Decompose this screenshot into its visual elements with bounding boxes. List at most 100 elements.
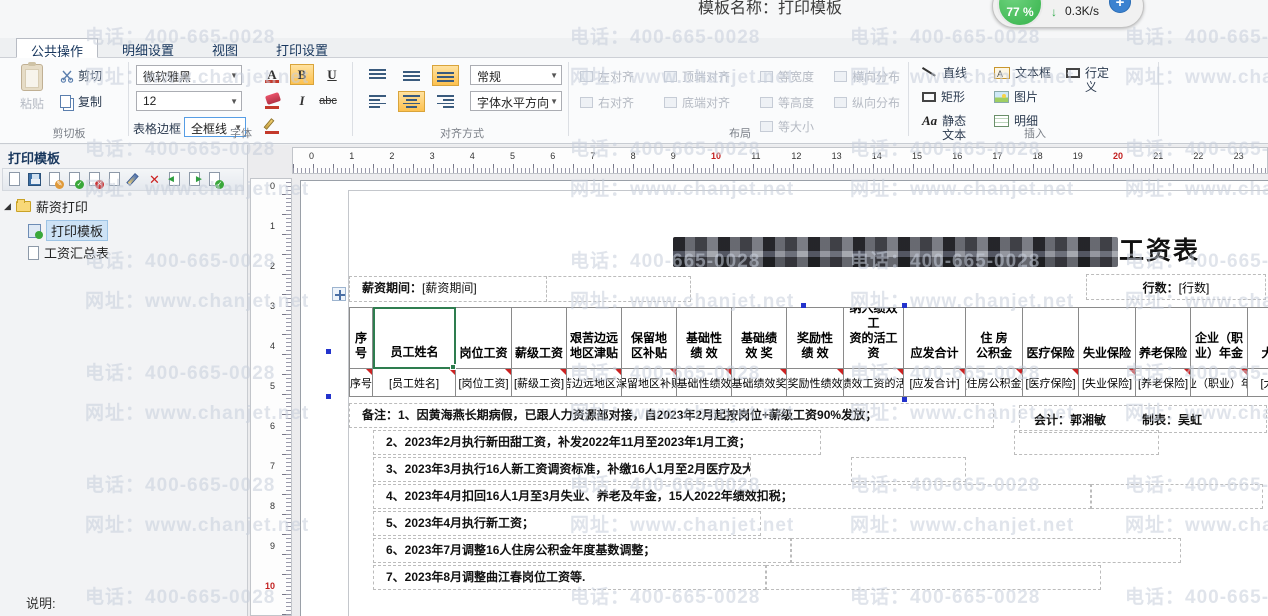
selection-handle[interactable]	[801, 303, 806, 308]
copy-button[interactable]: 复制	[60, 93, 102, 110]
underline-button[interactable]: U	[320, 64, 344, 85]
text-direction-dropdown[interactable]: 字体水平方向	[470, 91, 562, 111]
detail-field-cell[interactable]: [医疗保险]	[1023, 369, 1079, 397]
column-header-cell[interactable]: 保留地 区补贴	[622, 307, 677, 369]
detail-field-cell[interactable]: [艰苦边远地区津贴]	[567, 369, 622, 397]
align-right-button[interactable]	[432, 91, 459, 112]
insert-rectangle[interactable]: 矩形	[922, 90, 984, 104]
empty-note-box[interactable]	[1014, 430, 1159, 455]
detail-field-cell[interactable]: [保留地区补贴]	[622, 369, 677, 397]
align-middle-button[interactable]	[398, 65, 425, 86]
column-header-cell[interactable]: 基础绩 效 奖	[732, 307, 787, 369]
column-header-cell[interactable]: 奖励性 绩 效	[787, 307, 844, 369]
note-box[interactable]: 备注：1、因黄海燕长期病假，已跟人力资源部对接，自2023年2月起按岗位+薪级工…	[349, 403, 994, 428]
copy-doc-icon[interactable]	[106, 171, 123, 188]
period-textbox[interactable]: 薪资期间：[薪资期间]	[349, 276, 691, 302]
detail-field-cell[interactable]: [纳入绩效工资的活工资]	[844, 369, 904, 397]
tree-node-root[interactable]: ◢ 薪资打印	[4, 197, 88, 216]
italic-button[interactable]: I	[290, 90, 314, 111]
column-header-cell[interactable]: 医疗保险	[1023, 307, 1079, 369]
export-check-icon[interactable]: ✓	[206, 171, 224, 189]
twisty-expanded-icon[interactable]: ◢	[4, 201, 11, 212]
new-doc-icon[interactable]	[6, 171, 23, 188]
signers-textbox[interactable]: 会计：郭湘敏 制表：吴虹	[1019, 405, 1267, 433]
align-left-button[interactable]	[364, 91, 391, 112]
empty-note-box[interactable]	[766, 565, 1101, 590]
column-header-cell[interactable]: 薪级工资	[512, 307, 567, 369]
insert-textbox[interactable]: 文本框	[994, 66, 1056, 81]
widget-plus-button[interactable]: +	[1109, 0, 1131, 13]
ribbon-tab-0[interactable]: 公共操作	[16, 38, 99, 59]
selection-handle[interactable]	[902, 303, 907, 308]
empty-note-box[interactable]	[1091, 484, 1263, 509]
column-header-cell[interactable]: 住 房 公积金	[966, 307, 1023, 369]
font-family-dropdown[interactable]: 微软雅黑	[136, 65, 242, 85]
speed-ball-icon[interactable]: 77 %	[997, 0, 1043, 27]
number-format-dropdown[interactable]: 常规	[470, 65, 562, 85]
export-icon[interactable]: ►	[186, 171, 204, 188]
detail-field-cell[interactable]: [失业保险]	[1079, 369, 1136, 397]
selected-cell[interactable]: 员工姓名	[373, 307, 456, 369]
network-speed-widget[interactable]: 77 % ↓ 0.3K/s +	[992, 0, 1144, 28]
column-header-cell[interactable]: 大	[1248, 307, 1268, 369]
insert-line[interactable]: 直线	[922, 66, 984, 80]
detail-field-cell[interactable]: [员工姓名]	[373, 369, 456, 397]
edit-pen-icon[interactable]	[126, 171, 143, 188]
column-header-cell[interactable]: 艰苦边远 地区津贴	[567, 307, 622, 369]
detail-field-cell[interactable]: [岗位工资]	[456, 369, 512, 397]
detail-field-cell[interactable]: [奖励性绩效]	[787, 369, 844, 397]
column-header-cell[interactable]: 岗位工资	[456, 307, 512, 369]
insert-image[interactable]: 图片	[994, 90, 1056, 104]
discard-doc-icon[interactable]: ✕	[86, 171, 104, 189]
note-box[interactable]: 3、2023年3月执行16人新工资调资标准，补缴16人1月至2月医疗及大病；	[373, 457, 751, 482]
detail-field-cell[interactable]: [应发合计]	[904, 369, 966, 397]
rowcount-textbox[interactable]: 行数：[行数]	[1086, 274, 1266, 300]
empty-note-box[interactable]	[851, 457, 966, 482]
save-icon[interactable]	[26, 171, 43, 188]
column-header-cell[interactable]: 应发合计	[904, 307, 966, 369]
import-icon[interactable]: ◄	[166, 171, 183, 188]
note-box[interactable]: 2、2023年2月执行新田甜工资，补发2022年11月至2023年1月工资；	[373, 430, 821, 455]
detail-field-cell[interactable]: [薪级工资]	[512, 369, 567, 397]
column-header-cell[interactable]: 养老保险	[1136, 307, 1191, 369]
detail-field-cell[interactable]: [大	[1248, 369, 1268, 397]
ribbon-tab-2[interactable]: 视图	[198, 38, 252, 58]
template-page[interactable]: 工资表 薪资期间：[薪资期间] 行数：[行数] 序 号[序号]员工姓名[员工姓名…	[300, 180, 1268, 616]
detail-field-cell[interactable]: [养老保险]	[1136, 369, 1191, 397]
empty-note-box[interactable]	[791, 538, 1181, 563]
delete-icon[interactable]: ✕	[146, 171, 163, 188]
column-header-cell[interactable]: 基础性 绩 效	[677, 307, 732, 369]
note-box[interactable]: 5、2023年4月执行新工资；	[373, 511, 761, 536]
ribbon-tab-1[interactable]: 明细设置	[108, 38, 188, 58]
detail-field-cell[interactable]: [基础绩效奖]	[732, 369, 787, 397]
detail-field-cell[interactable]: [序号]	[349, 369, 373, 397]
tree-node-salary-summary[interactable]: 工资汇总表	[28, 243, 109, 262]
font-color-button[interactable]: A	[260, 64, 284, 85]
detail-field-cell[interactable]: [企业（职业）年金]	[1191, 369, 1248, 397]
column-header-cell[interactable]: 失业保险	[1079, 307, 1136, 369]
selected-cell-handle[interactable]	[450, 364, 456, 370]
approve-doc-icon[interactable]: ✓	[66, 171, 84, 189]
cut-button[interactable]: 剪切	[60, 67, 102, 84]
bold-button[interactable]: B	[290, 64, 314, 85]
column-header-cell[interactable]: 纳入绩效工 资的活工资	[844, 307, 904, 369]
column-header-cell[interactable]: 企业（职 业）年金	[1191, 307, 1248, 369]
align-center-button[interactable]	[398, 91, 425, 112]
selection-handle[interactable]	[902, 397, 907, 402]
font-size-dropdown[interactable]: 12	[136, 91, 242, 111]
align-bottom-button[interactable]	[432, 65, 459, 86]
insert-row-define[interactable]: 行定义	[1066, 66, 1124, 94]
detail-table[interactable]: 序 号[序号]员工姓名[员工姓名]岗位工资[岗位工资]薪级工资[薪级工资]艰苦边…	[349, 307, 1268, 397]
note-box[interactable]: 6、2023年7月调整16人住房公积金年度基数调整；	[373, 538, 791, 563]
ribbon-tab-3[interactable]: 打印设置	[262, 38, 342, 58]
column-header-cell[interactable]: 序 号	[349, 307, 373, 369]
detail-field-cell[interactable]: [住房公积金]	[966, 369, 1023, 397]
align-top-button[interactable]	[364, 65, 391, 86]
detail-field-cell[interactable]: [基础性绩效]	[677, 369, 732, 397]
selection-handle[interactable]	[326, 394, 331, 399]
strikethrough-button[interactable]: abc	[316, 90, 340, 111]
save-as-icon[interactable]: ✎	[46, 171, 64, 189]
note-box[interactable]: 4、2023年4月扣回16人1月至3月失业、养老及年金，15人2022年绩效扣税…	[373, 484, 1091, 509]
selection-handle[interactable]	[326, 349, 331, 354]
fill-color-button[interactable]	[260, 90, 284, 111]
